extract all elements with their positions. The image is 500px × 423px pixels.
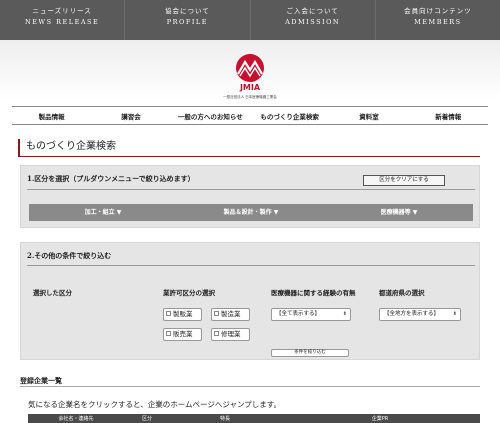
prefecture-select-value: 【全地方を表示する】 [384,311,440,317]
top-nav-members[interactable]: 会員向けコンテンツ MEMBERS [376,0,500,40]
category-dropdown-products[interactable]: 製品＆設計・製作 ▼ [177,204,325,221]
checkbox-icon [214,331,219,336]
checkbox-label: 販売業 [173,330,193,338]
jmia-logo[interactable]: JMIA [228,50,272,94]
category-dropdown-medical-devices[interactable]: 医療機器等 ▼ [325,204,473,221]
checkbox-icon [166,311,171,316]
category-panel: 1.区分を選択（プルダウンメニューで絞り込めます） 区分をクリアにする 加工・組… [20,165,480,228]
column-header-category: 区分 [141,416,152,422]
company-list-description: 気になる企業名をクリックすると、企業のホームページへジャンプします。 [28,400,281,409]
condition-panel: 2.その他の条件で絞り込む 選択した区分 業許可区分の選択 医療機器に関する経験… [20,242,480,360]
section2-heading: 2.その他の条件で絞り込む [27,251,112,260]
checkbox-label: 修理業 [221,330,241,338]
logo-subtitle: 一般社団法人 日本医療機器工業会 [223,95,277,99]
category-dropdown-processing[interactable]: 加工・組立 ▼ [29,204,177,221]
top-nav: ニューズリリース NEWS RELEASE 協会について PROFILE ご入会… [0,0,500,40]
experience-header: 医療機器に関する経験の有無 [271,289,356,297]
clear-category-button[interactable]: 区分をクリアにする [363,175,445,186]
svg-text:JMIA: JMIA [239,83,261,92]
section1-heading: 1.区分を選択（プルダウンメニューで絞り込めます） [27,174,195,183]
logo-mark-icon: JMIA [236,54,264,92]
prefecture-select[interactable]: 【全地方を表示する】 ⬍ [379,308,461,321]
top-nav-label-jp: 協会について [164,7,210,15]
column-header-features: 特長 [219,416,230,422]
license-checkbox-manufacturing[interactable]: 製造業 [211,308,250,321]
narrow-search-button[interactable]: 条件を絞り込む [271,349,349,357]
top-nav-profile[interactable]: 協会について PROFILE [125,0,251,40]
experience-select-value: 【全て表示する】 [276,311,321,317]
checkbox-icon [166,331,171,336]
main-nav-public-notices[interactable]: 一般の方へのお知らせ [171,111,250,121]
top-nav-label-jp: ニューズリリース [32,7,92,15]
selected-category-header: 選択した区分 [33,289,72,297]
main-nav-products[interactable]: 製品情報 [12,111,91,121]
checkbox-icon [214,311,219,316]
top-nav-label-en: ADMISSION [285,18,341,26]
top-nav-label-jp: 会員向けコンテンツ [404,7,472,15]
main-nav-news[interactable]: 新着情報 [409,111,488,121]
license-header: 業許可区分の選択 [163,289,215,297]
divider [20,386,480,387]
divider [27,265,475,266]
license-checkbox-manufacturing-sales[interactable]: 製販業 [163,308,202,321]
column-header-company: 会社名・連絡先 [58,416,94,422]
company-list-title: 登録企業一覧 [20,376,62,385]
page-title: ものづくり企業検索 [18,139,480,157]
main-nav-documents[interactable]: 資料室 [329,111,408,121]
experience-select[interactable]: 【全て表示する】 ⬍ [271,308,351,321]
main-nav: 製品情報 講習会 一般の方へのお知らせ ものづくり企業検索 資料室 新着情報 [12,106,488,125]
main-nav-company-search[interactable]: ものづくり企業検索 [250,111,329,121]
prefecture-header: 都道府県の選択 [379,289,425,297]
top-nav-news-release[interactable]: ニューズリリース NEWS RELEASE [0,0,126,40]
column-header-pr: 企業PR [371,416,389,422]
license-checkbox-repair[interactable]: 修理業 [211,328,250,341]
checkbox-label: 製造業 [221,310,241,318]
category-bar: 加工・組立 ▼ 製品＆設計・製作 ▼ 医療機器等 ▼ [29,204,473,221]
license-checkbox-sales[interactable]: 販売業 [163,328,202,341]
top-nav-label-en: PROFILE [166,18,208,26]
top-nav-label-en: MEMBERS [414,18,462,26]
select-arrow-icon: ⬍ [342,311,347,317]
top-nav-label-en: NEWS RELEASE [25,18,100,26]
main-nav-seminars[interactable]: 講習会 [91,111,170,121]
divider [27,189,475,190]
checkbox-label: 製販業 [173,310,193,318]
top-nav-label-jp: ご入会について [286,7,339,15]
select-arrow-icon: ⬍ [452,311,457,317]
company-table-header: 会社名・連絡先 区分 特長 企業PR [28,414,480,423]
top-nav-admission[interactable]: ご入会について ADMISSION [251,0,376,40]
